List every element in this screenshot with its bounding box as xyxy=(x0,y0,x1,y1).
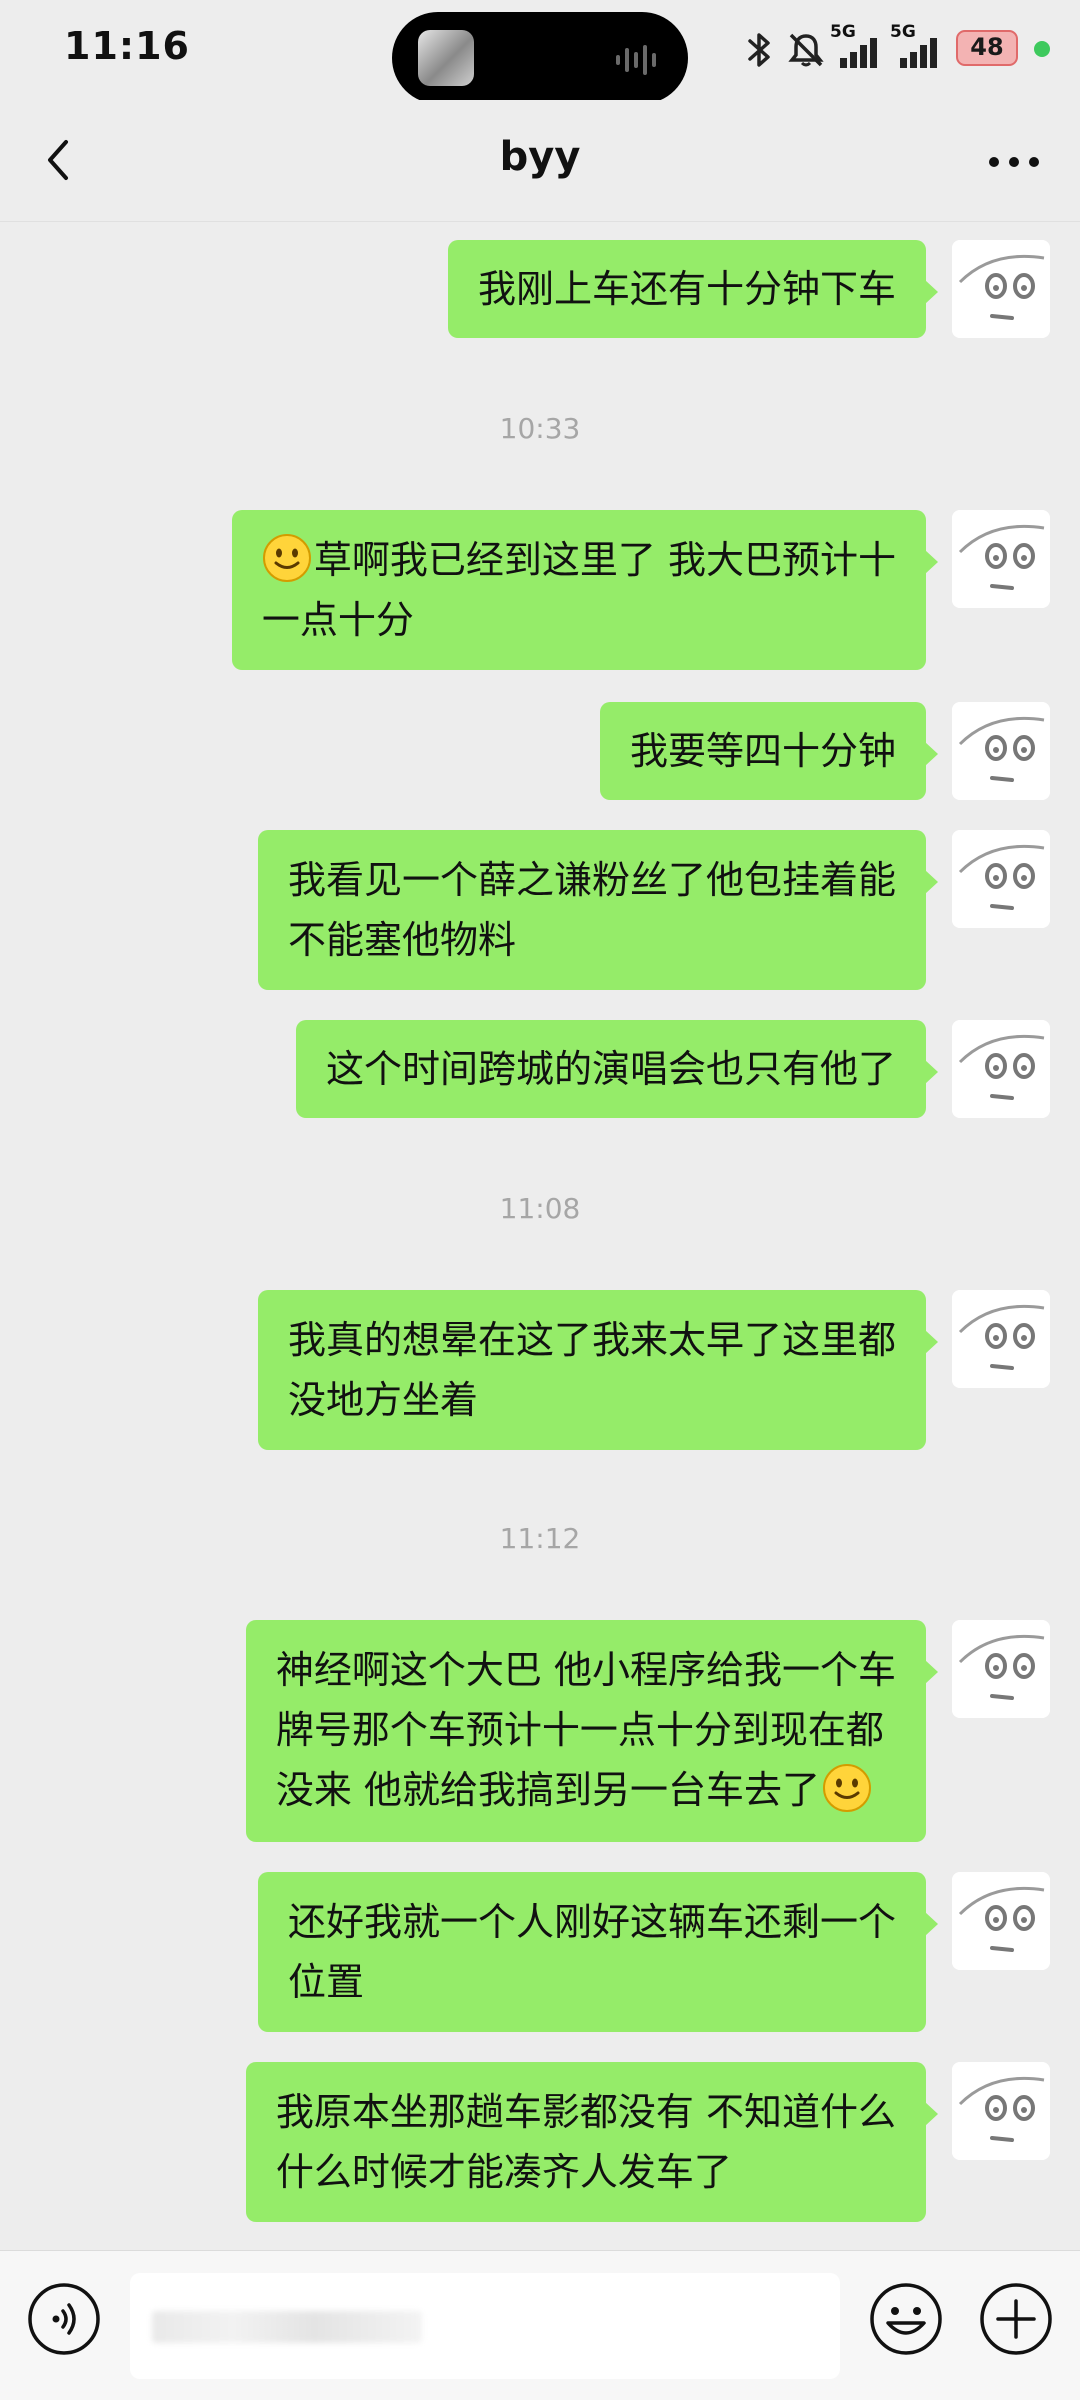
avatar-face-icon xyxy=(952,1020,1050,1118)
timestamp: 11:12 xyxy=(499,1522,581,1555)
avatar-face-icon xyxy=(952,1872,1050,1970)
voice-input-icon[interactable] xyxy=(26,2281,102,2357)
avatar[interactable] xyxy=(952,2062,1050,2160)
message-text: 一点十分 xyxy=(261,598,414,642)
media-thumbnail xyxy=(418,30,474,86)
bluetooth-icon xyxy=(748,33,770,67)
status-time: 11:16 xyxy=(64,24,190,68)
avatar[interactable] xyxy=(952,1020,1050,1118)
avatar-face-icon xyxy=(952,830,1050,928)
message-bubble[interactable]: 草啊我已经到这里了 我大巴预计十 一点十分 xyxy=(231,510,939,670)
timestamp: 11:08 xyxy=(499,1192,581,1225)
message-bubble[interactable]: 我看见一个薛之谦粉丝了他包挂着能 不能塞他物料 xyxy=(257,830,939,990)
message-text: 我要等四十分钟 xyxy=(629,729,896,773)
avatar[interactable] xyxy=(952,1620,1050,1718)
smile-emoji-icon xyxy=(262,534,311,582)
charging-dot xyxy=(1034,41,1050,57)
message-text-line: 没来 他就给我搞到另一台车去了 xyxy=(276,1760,896,1820)
redacted-draft xyxy=(152,2311,422,2343)
avatar[interactable] xyxy=(952,510,1050,608)
dynamic-island[interactable] xyxy=(392,12,688,104)
message-text: 什么时候才能凑齐人发车了 xyxy=(275,2150,732,2194)
message-text: 我看见一个薛之谦粉丝了他包挂着能 xyxy=(287,858,896,902)
message-text: 没来 他就给我搞到另一台车去了 xyxy=(275,1768,820,1812)
message-text: 位置 xyxy=(287,1960,364,2004)
message-text: 这个时间跨城的演唱会也只有他了 xyxy=(325,1047,896,1091)
input-bar xyxy=(0,2250,1080,2400)
message-bubble[interactable]: 我原本坐那趟车影都没有 不知道什么 什么时候才能凑齐人发车了 xyxy=(245,2062,939,2222)
message-list[interactable]: 我刚上车还有十分钟下车 10:33 草啊我已经到这里了 我大巴预计十 一点十分 … xyxy=(0,222,1080,2250)
message-text: 还好我就一个人刚好这辆车还剩一个 xyxy=(287,1900,896,1944)
chat-title: byy xyxy=(499,134,581,180)
smile-emoji-icon xyxy=(823,1764,871,1812)
plus-icon[interactable] xyxy=(978,2281,1054,2357)
avatar[interactable] xyxy=(952,240,1050,338)
message-text: 草啊我已经到这里了 我大巴预计十 xyxy=(313,538,896,582)
avatar-face-icon xyxy=(952,240,1050,338)
message-text: 我刚上车还有十分钟下车 xyxy=(477,267,896,311)
message-text: 牌号那个车预计十一点十分到现在都 xyxy=(275,1708,884,1752)
avatar-face-icon xyxy=(952,1290,1050,1388)
message-text: 不能塞他物料 xyxy=(287,918,516,962)
message-text: 没地方坐着 xyxy=(287,1378,478,1422)
signal-icon-2 xyxy=(900,38,937,68)
message-text-line: 草啊我已经到这里了 我大巴预计十 xyxy=(262,530,896,590)
avatar-face-icon xyxy=(952,702,1050,800)
message-text: 我真的想晕在这了我来太早了这里都 xyxy=(287,1318,896,1362)
avatar[interactable] xyxy=(952,1290,1050,1388)
avatar-face-icon xyxy=(952,510,1050,608)
message-bubble[interactable]: 我真的想晕在这了我来太早了这里都 没地方坐着 xyxy=(257,1290,939,1450)
message-text: 我原本坐那趟车影都没有 不知道什么 xyxy=(275,2090,896,2134)
message-bubble[interactable]: 神经啊这个大巴 他小程序给我一个车 牌号那个车预计十一点十分到现在都 没来 他就… xyxy=(245,1620,939,1842)
avatar[interactable] xyxy=(952,830,1050,928)
mute-bell-icon xyxy=(788,33,824,67)
message-text: 神经啊这个大巴 他小程序给我一个车 xyxy=(275,1648,896,1692)
chat-header: byy xyxy=(0,100,1080,222)
avatar-face-icon xyxy=(952,2062,1050,2160)
signal-icon-1 xyxy=(840,38,877,68)
avatar-face-icon xyxy=(952,1620,1050,1718)
status-bar: 11:16 5G 5G 48 xyxy=(0,0,1080,104)
emoji-icon[interactable] xyxy=(868,2281,944,2357)
message-bubble[interactable]: 我刚上车还有十分钟下车 xyxy=(447,240,939,338)
message-bubble[interactable]: 这个时间跨城的演唱会也只有他了 xyxy=(295,1020,939,1118)
avatar[interactable] xyxy=(952,1872,1050,1970)
message-bubble[interactable]: 我要等四十分钟 xyxy=(599,702,939,800)
battery-indicator: 48 xyxy=(956,30,1018,66)
more-options-icon[interactable] xyxy=(984,144,1044,180)
timestamp: 10:33 xyxy=(499,412,581,445)
audio-wave-icon xyxy=(616,45,656,75)
message-bubble[interactable]: 还好我就一个人刚好这辆车还剩一个 位置 xyxy=(257,1872,939,2032)
avatar[interactable] xyxy=(952,702,1050,800)
